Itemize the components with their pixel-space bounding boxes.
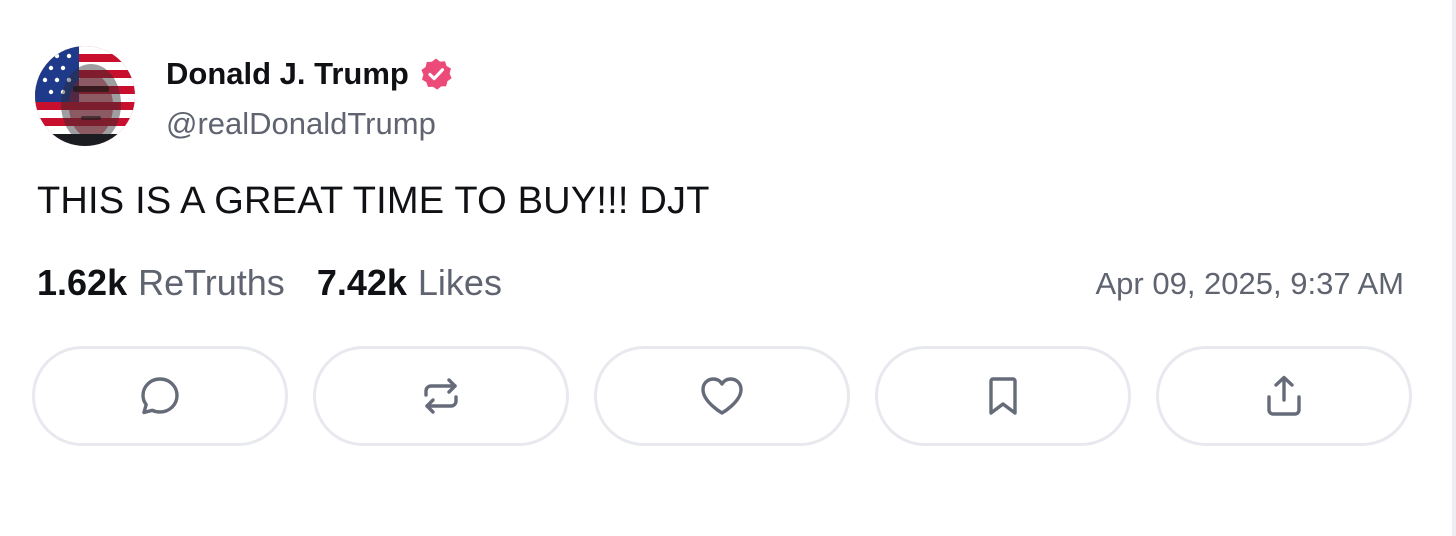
display-name[interactable]: Donald J. Trump (166, 56, 409, 92)
share-icon (1267, 375, 1301, 416)
post-stats: 1.62k ReTruths 7.42k Likes (37, 262, 502, 304)
avatar[interactable] (35, 46, 135, 146)
author-handle[interactable]: @realDonaldTrump (166, 106, 436, 142)
avatar-image (35, 46, 135, 146)
repost-icon (424, 378, 458, 414)
like-button[interactable] (594, 346, 850, 446)
truth-post: Donald J. Trump @realDonaldTrump THIS IS… (0, 0, 1452, 536)
retruths-count[interactable]: 1.62k (37, 262, 127, 304)
bookmark-icon (989, 377, 1017, 415)
likes-label[interactable]: Likes (418, 262, 502, 304)
author-name-row: Donald J. Trump (166, 52, 453, 96)
verified-badge-icon (419, 57, 453, 91)
bookmark-button[interactable] (875, 346, 1131, 446)
reply-button[interactable] (32, 346, 288, 446)
heart-icon (701, 377, 743, 415)
action-bar (32, 346, 1412, 446)
comment-icon (141, 377, 179, 415)
retruth-button[interactable] (313, 346, 569, 446)
post-text: THIS IS A GREAT TIME TO BUY!!! DJT (37, 180, 710, 222)
likes-count[interactable]: 7.42k (317, 262, 407, 304)
post-timestamp[interactable]: Apr 09, 2025, 9:37 AM (1096, 266, 1405, 302)
column-divider (1452, 0, 1456, 536)
retruths-label[interactable]: ReTruths (138, 262, 285, 304)
share-button[interactable] (1156, 346, 1412, 446)
